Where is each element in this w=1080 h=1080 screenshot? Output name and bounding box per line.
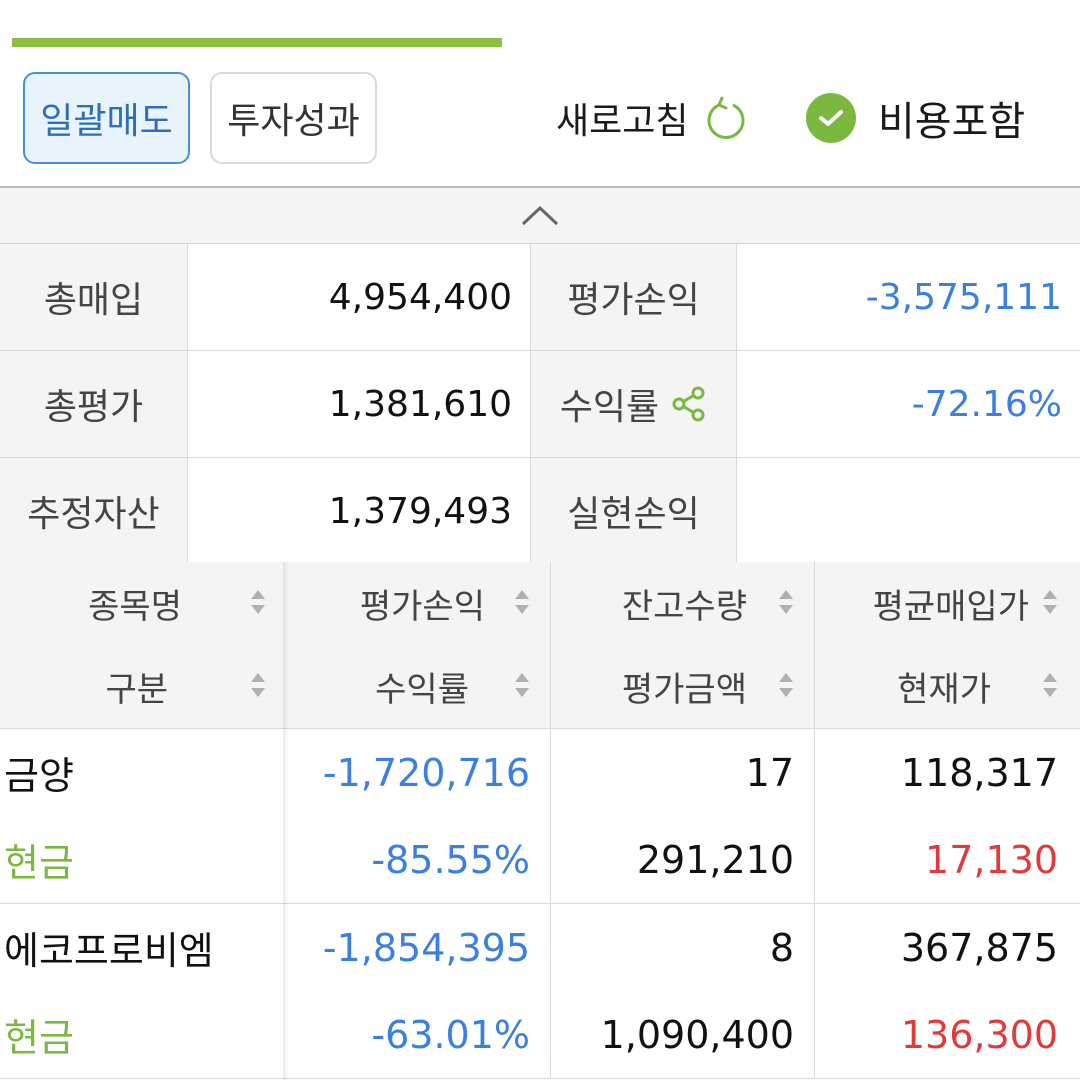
total-purchase-label: 총매입 [0, 244, 188, 350]
holdings-table-header: 종목명 구분 평가손익 수익률 잔고수량 평가금액 평균매입가 현재가 [0, 562, 1080, 729]
bulk-sell-button[interactable]: 일괄매도 [23, 72, 190, 164]
sort-icon[interactable] [251, 590, 265, 618]
check-icon [806, 93, 856, 143]
total-purchase-value: 4,954,400 [188, 244, 531, 350]
sort-icon[interactable] [779, 590, 793, 618]
header-avg-price[interactable]: 평균매입가 [815, 562, 1029, 645]
return-rate: -63.01% [371, 1012, 530, 1057]
refresh-label: 새로고침 [556, 101, 689, 142]
header-quantity[interactable]: 잔고수량 [551, 562, 747, 645]
stock-name[interactable]: 금양 [4, 729, 74, 816]
eval-pnl: -1,854,395 [322, 925, 530, 970]
eval-amount: 1,090,400 [600, 1012, 794, 1057]
sort-icon[interactable] [251, 673, 265, 701]
eval-pnl-value: -3,575,111 [865, 276, 1062, 318]
toolbar: 일괄매도 투자성과 새로고침 비용포함 [0, 72, 1080, 168]
return-rate-value: -72.16% [911, 383, 1062, 425]
sort-icon[interactable] [1043, 673, 1057, 701]
return-rate-text: 수익률 [559, 387, 660, 428]
sort-icon[interactable] [515, 590, 529, 618]
header-return-rate[interactable]: 수익률 [289, 645, 469, 728]
account-type: 현금 [4, 1016, 74, 1060]
include-fees-label: 비용포함 [878, 99, 1026, 145]
quantity: 17 [745, 750, 794, 795]
account-type: 현금 [4, 841, 74, 885]
total-eval-label: 총평가 [0, 351, 188, 457]
chevron-up-icon [521, 205, 559, 225]
return-rate-label[interactable]: 수익률 [531, 351, 737, 457]
header-stock-name[interactable]: 종목명 [0, 562, 270, 645]
table-row[interactable]: 금양 현금 -1,720,716 -85.55% 17 291,210 118,… [0, 729, 1080, 904]
sort-icon[interactable] [779, 673, 793, 701]
tab-indicator [12, 38, 502, 47]
holdings-table-body: 금양 현금 -1,720,716 -85.55% 17 291,210 118,… [0, 729, 1080, 1079]
frozen-column-shadow [283, 562, 289, 1080]
avg-price: 118,317 [900, 750, 1058, 795]
refresh-icon [708, 96, 745, 139]
collapse-toggle[interactable] [0, 188, 1080, 244]
estimated-assets-value: 1,379,493 [188, 458, 531, 564]
summary-table: 총매입 4,954,400 평가손익 -3,575,111 총평가 1,381,… [0, 244, 1080, 565]
share-icon[interactable] [671, 385, 707, 423]
avg-price: 367,875 [900, 925, 1058, 970]
performance-button[interactable]: 투자성과 [210, 72, 377, 164]
header-type[interactable]: 구분 [0, 645, 270, 728]
header-eval-amount[interactable]: 평가금액 [551, 645, 747, 728]
header-eval-pnl[interactable]: 평가손익 [289, 562, 485, 645]
current-price: 136,300 [900, 1012, 1058, 1057]
return-rate: -85.55% [371, 837, 530, 882]
total-eval-value: 1,381,610 [188, 351, 531, 457]
quantity: 8 [769, 925, 794, 970]
header-current-price[interactable]: 현재가 [815, 645, 1029, 728]
refresh-button[interactable]: 새로고침 [556, 72, 748, 164]
table-row[interactable]: 에코프로비엠 현금 -1,854,395 -63.01% 8 1,090,400… [0, 904, 1080, 1079]
realized-pnl-label: 실현손익 [531, 458, 737, 564]
current-price: 17,130 [925, 837, 1058, 882]
stock-name[interactable]: 에코프로비엠 [4, 904, 214, 991]
realized-pnl-value [737, 458, 1080, 564]
sort-icon[interactable] [1043, 590, 1057, 618]
estimated-assets-label: 추정자산 [0, 458, 188, 564]
eval-pnl-label: 평가손익 [531, 244, 737, 350]
summary-row: 추정자산 1,379,493 실현손익 [0, 458, 1080, 565]
summary-row: 총평가 1,381,610 수익률 -72.16% [0, 351, 1080, 458]
sort-icon[interactable] [515, 673, 529, 701]
eval-amount: 291,210 [636, 837, 794, 882]
eval-pnl: -1,720,716 [322, 750, 530, 795]
include-fees-toggle[interactable]: 비용포함 [806, 72, 1025, 164]
summary-row: 총매입 4,954,400 평가손익 -3,575,111 [0, 244, 1080, 351]
